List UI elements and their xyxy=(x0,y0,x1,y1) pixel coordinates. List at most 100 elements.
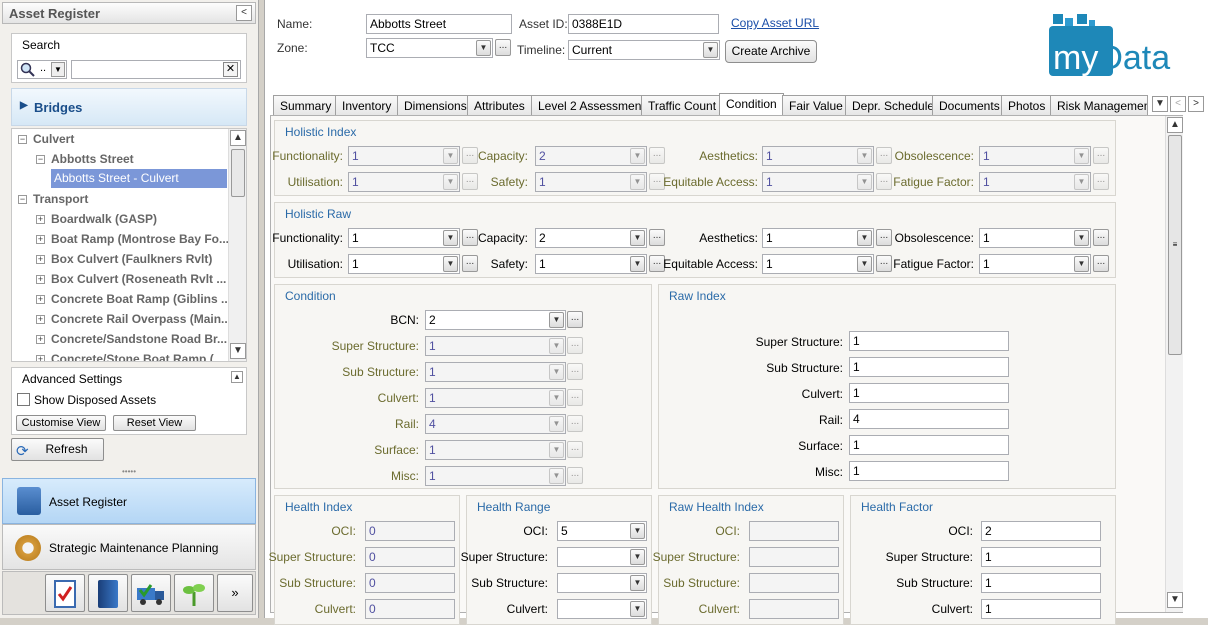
sub-structure-select[interactable]: 1 ▼ xyxy=(425,362,566,382)
lookup-button[interactable]: ... xyxy=(462,255,478,272)
tab-photos[interactable]: Photos xyxy=(1001,95,1053,115)
misc-select[interactable]: 1 ▼ xyxy=(425,466,566,486)
lookup-button[interactable]: ... xyxy=(649,229,665,246)
chevron-down-icon[interactable]: ▼ xyxy=(476,40,491,56)
tree-item-culvert[interactable]: − Culvert xyxy=(18,129,74,149)
expand-icon[interactable]: + xyxy=(36,295,45,305)
lookup-button[interactable]: ... xyxy=(567,363,583,380)
chevron-down-icon[interactable]: ▼ xyxy=(1074,256,1089,272)
tree-item[interactable]: + Concrete/Stone Boat Ramp (... xyxy=(36,349,224,361)
copy-asset-url-link[interactable]: Copy Asset URL xyxy=(731,16,819,30)
culvert-field[interactable] xyxy=(749,599,839,619)
tab-risk-management[interactable]: Risk Management xyxy=(1050,95,1148,115)
super-structure-select[interactable]: ▼ xyxy=(557,547,647,567)
lookup-button[interactable]: ... xyxy=(567,389,583,406)
obsolescence-select[interactable]: 1 ▼ xyxy=(979,228,1091,248)
expand-icon[interactable]: + xyxy=(36,335,45,345)
tree-scrollbar[interactable]: ▲ ▼ xyxy=(228,129,246,361)
tab-dimensions[interactable]: Dimensions xyxy=(397,95,474,115)
chevron-down-icon[interactable]: ▼ xyxy=(443,256,458,272)
functionality-select[interactable]: 1 ▼ xyxy=(348,146,460,166)
chevron-down-icon[interactable]: ▼ xyxy=(1074,230,1089,246)
oci-field[interactable]: 0 xyxy=(365,521,455,541)
asset-id-field[interactable]: 0388E1D xyxy=(568,14,719,34)
aesthetics-select[interactable]: 1 ▼ xyxy=(762,228,874,248)
zone-lookup-button[interactable]: ... xyxy=(495,39,511,56)
create-archive-button[interactable]: Create Archive xyxy=(725,40,817,63)
search-input[interactable] xyxy=(71,60,241,79)
lookup-button[interactable]: ... xyxy=(1093,173,1109,190)
equitable-access-select[interactable]: 1 ▼ xyxy=(762,172,874,192)
tab-summary[interactable]: Summary xyxy=(273,95,339,115)
scroll-thumb[interactable] xyxy=(231,149,245,197)
timeline-select[interactable]: Current ▼ xyxy=(568,40,720,60)
more-icon[interactable]: » xyxy=(217,574,253,612)
safety-select[interactable]: 1 ▼ xyxy=(535,172,647,192)
sub-structure-field[interactable]: 1 xyxy=(849,357,1009,377)
capacity-select[interactable]: 2 ▼ xyxy=(535,146,647,166)
clear-search-icon[interactable]: ✕ xyxy=(223,62,238,77)
lookup-button[interactable]: ... xyxy=(649,147,665,164)
misc-field[interactable]: 1 xyxy=(849,461,1009,481)
rail-select[interactable]: 4 ▼ xyxy=(425,414,566,434)
culvert-field[interactable]: 1 xyxy=(849,383,1009,403)
sub-structure-select[interactable]: ▼ xyxy=(557,573,647,593)
culvert-field[interactable]: 1 xyxy=(981,599,1101,619)
expand-icon[interactable]: + xyxy=(36,275,45,285)
surface-field[interactable]: 1 xyxy=(849,435,1009,455)
truck-icon[interactable] xyxy=(131,574,171,612)
lookup-button[interactable]: ... xyxy=(1093,229,1109,246)
lookup-button[interactable]: ... xyxy=(876,229,892,246)
collapse-icon[interactable]: − xyxy=(18,195,27,205)
super-structure-field[interactable]: 1 xyxy=(849,331,1009,351)
tree-item[interactable]: + Concrete/Sandstone Road Br... xyxy=(36,329,227,349)
tab-scroll-right-icon[interactable]: > xyxy=(1188,96,1204,112)
chevron-down-icon[interactable]: ▼ xyxy=(549,312,564,328)
scroll-up-icon[interactable]: ▲ xyxy=(1167,117,1183,133)
chevron-down-icon[interactable]: ▼ xyxy=(857,256,872,272)
plant-icon[interactable] xyxy=(174,574,214,612)
fatigue-factor-select[interactable]: 1 ▼ xyxy=(979,172,1091,192)
search-type-select[interactable]: .. ▼ xyxy=(17,60,67,79)
book-icon[interactable] xyxy=(88,574,128,612)
functionality-select[interactable]: 1 ▼ xyxy=(348,228,460,248)
chevron-down-icon[interactable]: ▼ xyxy=(51,62,65,77)
lookup-button[interactable]: ... xyxy=(567,467,583,484)
scroll-thumb[interactable]: ≡ xyxy=(1168,135,1182,355)
tree-item[interactable]: + Concrete Boat Ramp (Giblins ... xyxy=(36,289,231,309)
tab-documents[interactable]: Documents xyxy=(932,95,1007,115)
sub-structure-field[interactable]: 0 xyxy=(365,573,455,593)
lookup-button[interactable]: ... xyxy=(567,337,583,354)
tree-item-abbotts-street[interactable]: − Abbotts Street xyxy=(36,149,134,169)
super-structure-field[interactable]: 0 xyxy=(365,547,455,567)
chevron-down-icon[interactable]: ▼ xyxy=(630,601,645,617)
chevron-down-icon[interactable]: ▼ xyxy=(630,523,645,539)
tree-item[interactable]: + Box Culvert (Faulkners Rvlt) xyxy=(36,249,212,269)
scroll-down-icon[interactable]: ▼ xyxy=(1167,592,1183,608)
culvert-field[interactable]: 0 xyxy=(365,599,455,619)
fatigue-factor-select[interactable]: 1 ▼ xyxy=(979,254,1091,274)
expand-icon[interactable]: + xyxy=(36,235,45,245)
tree-item[interactable]: + Box Culvert (Roseneath Rvlt ... xyxy=(36,269,226,289)
lookup-button[interactable]: ... xyxy=(462,147,478,164)
super-structure-select[interactable]: 1 ▼ xyxy=(425,336,566,356)
tab-fair-value[interactable]: Fair Value xyxy=(782,95,850,115)
lookup-button[interactable]: ... xyxy=(876,173,892,190)
tab-list-dropdown-icon[interactable]: ▼ xyxy=(1152,96,1168,112)
tab-inventory[interactable]: Inventory xyxy=(335,95,399,115)
obsolescence-select[interactable]: 1 ▼ xyxy=(979,146,1091,166)
culvert-select[interactable]: ▼ xyxy=(557,599,647,619)
tab-traffic-count[interactable]: Traffic Count xyxy=(641,95,724,115)
chevron-down-icon[interactable]: ▼ xyxy=(630,575,645,591)
utilisation-select[interactable]: 1 ▼ xyxy=(348,254,460,274)
checklist-icon[interactable] xyxy=(45,574,85,612)
oci-field[interactable] xyxy=(749,521,839,541)
chevron-down-icon[interactable]: ▼ xyxy=(443,230,458,246)
customise-view-button[interactable]: Customise View xyxy=(16,415,106,431)
reset-view-button[interactable]: Reset View xyxy=(113,415,196,431)
lookup-button[interactable]: ... xyxy=(1093,147,1109,164)
utilisation-select[interactable]: 1 ▼ xyxy=(348,172,460,192)
chevron-down-icon[interactable]: ▼ xyxy=(630,549,645,565)
lookup-button[interactable]: ... xyxy=(567,441,583,458)
lookup-button[interactable]: ... xyxy=(567,311,583,328)
